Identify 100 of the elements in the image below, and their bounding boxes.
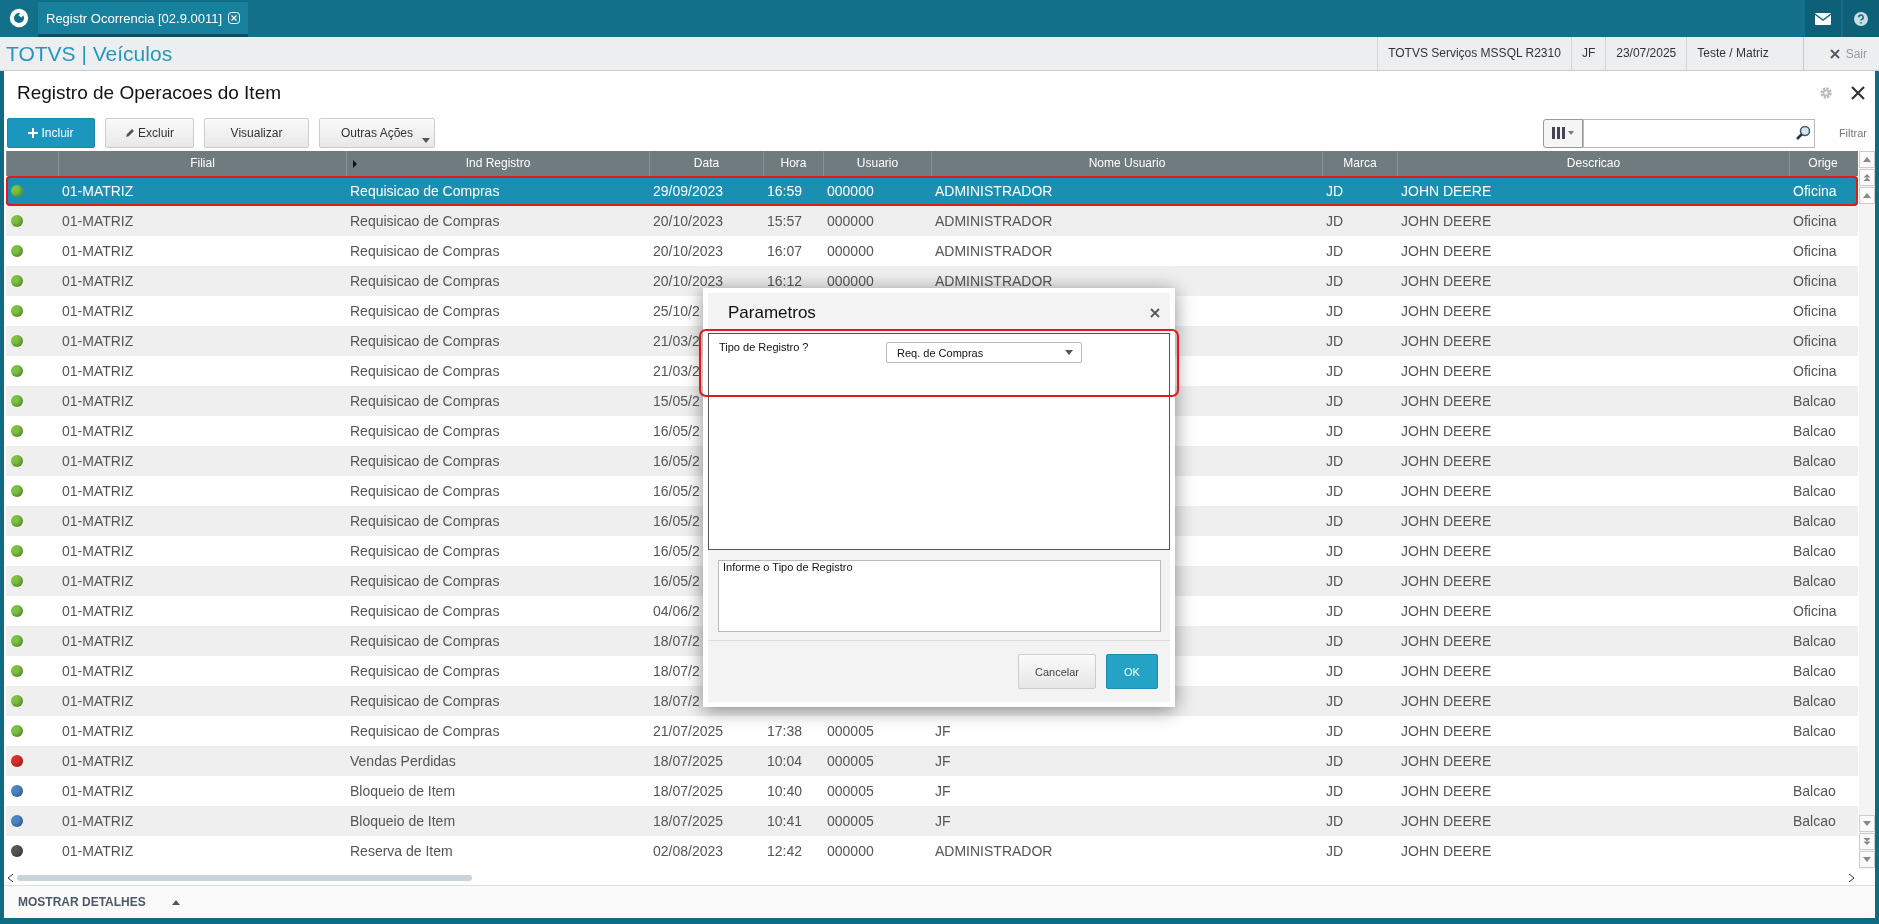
table-cell: Balcao (1793, 513, 1836, 529)
table-cell: 20/10/2023 (653, 213, 724, 229)
table-cell: JD (1326, 723, 1344, 739)
table-cell: JD (1326, 783, 1344, 799)
table-cell: Balcao (1793, 783, 1836, 799)
table-cell: 01-MATRIZ (62, 213, 134, 229)
table-cell: 16/05/2 (653, 453, 700, 469)
table-cell: Balcao (1793, 723, 1836, 739)
table-cell: Requisicao de Compras (350, 393, 500, 409)
table-cell: JOHN DEERE (1401, 693, 1492, 709)
table-cell: 01-MATRIZ (62, 483, 134, 499)
table-cell: 000000 (827, 183, 874, 199)
table-cell: JF (935, 723, 951, 739)
table-cell: 01-MATRIZ (62, 843, 134, 859)
table-cell: 16:07 (767, 243, 803, 259)
table-cell: JD (1326, 423, 1344, 439)
table-cell: JD (1326, 393, 1344, 409)
table-cell: 17:38 (767, 723, 803, 739)
table-cell: ADMINISTRADOR (935, 273, 1053, 289)
table-cell: 01-MATRIZ (62, 303, 134, 319)
table-cell: 16:12 (767, 273, 803, 289)
table-cell: 01-MATRIZ (62, 723, 134, 739)
table-cell: JOHN DEERE (1401, 843, 1492, 859)
table-cell: 01-MATRIZ (62, 273, 134, 289)
table-cell: JD (1326, 543, 1344, 559)
table-cell: 04/06/2 (653, 603, 700, 619)
table-cell: JOHN DEERE (1401, 783, 1492, 799)
table-cell: 01-MATRIZ (62, 783, 134, 799)
table-cell: 01-MATRIZ (62, 453, 134, 469)
table-cell: Requisicao de Compras (350, 663, 500, 679)
table-cell: JOHN DEERE (1401, 573, 1492, 589)
page-title: Registro de Operacoes do Item (17, 82, 282, 104)
app-brand: TOTVS | Veículos (5, 41, 173, 66)
table-cell: 000005 (827, 723, 874, 739)
table-cell: 01-MATRIZ (62, 633, 134, 649)
table-cell: 01-MATRIZ (62, 333, 134, 349)
table-cell: 01-MATRIZ (62, 603, 134, 619)
table-cell: JOHN DEERE (1401, 813, 1492, 829)
table-cell: JOHN DEERE (1401, 303, 1492, 319)
table-cell: 02/08/2023 (653, 843, 724, 859)
table-cell: 16/05/2 (653, 483, 700, 499)
table-cell: JOHN DEERE (1401, 333, 1492, 349)
table-cell: 01-MATRIZ (62, 813, 134, 829)
table-cell: Requisicao de Compras (350, 363, 500, 379)
table-cell: Oficina (1793, 363, 1837, 379)
table-cell: JF (935, 813, 951, 829)
table-cell: 10:41 (767, 813, 803, 829)
table-cell: JOHN DEERE (1401, 483, 1492, 499)
table-cell: Requisicao de Compras (350, 273, 500, 289)
table-cell: JOHN DEERE (1401, 603, 1492, 619)
session-info: TOTVS Serviços MSSQL R2310 (1377, 37, 1571, 70)
table-cell: JD (1326, 333, 1344, 349)
table-cell: 10:04 (767, 753, 803, 769)
table-cell: 16:59 (767, 183, 803, 199)
table-cell: Oficina (1793, 333, 1837, 349)
table-cell: ADMINISTRADOR (935, 843, 1053, 859)
table-cell: Balcao (1793, 423, 1836, 439)
table-cell: JD (1326, 303, 1344, 319)
table-cell: Bloqueio de Item (350, 783, 456, 799)
table-cell: 15/05/2 (653, 393, 700, 409)
table-cell: JD (1326, 183, 1344, 199)
table-cell: Requisicao de Compras (350, 333, 500, 349)
table-cell: Requisicao de Compras (350, 183, 500, 199)
table-cell: Balcao (1793, 663, 1836, 679)
table-cell: JD (1326, 663, 1344, 679)
table-cell: JOHN DEERE (1401, 183, 1492, 199)
table-cell: Balcao (1793, 573, 1836, 589)
table-cell: ADMINISTRADOR (935, 183, 1053, 199)
table-cell: JD (1326, 843, 1344, 859)
table-cell: JOHN DEERE (1401, 273, 1492, 289)
field-label: Tipo de Registro ? (719, 341, 810, 353)
table-cell: JD (1326, 483, 1344, 499)
table-cell: JD (1326, 603, 1344, 619)
table-cell: ADMINISTRADOR (935, 213, 1053, 229)
table-cell: Balcao (1793, 633, 1836, 649)
table-cell: 21/03/2 (653, 333, 700, 349)
table-cell: 000000 (827, 273, 874, 289)
session-info: JF (1570, 37, 1606, 70)
table-cell: Balcao (1793, 393, 1836, 409)
table-cell: 000000 (827, 213, 874, 229)
table-cell: 18/07/2025 (653, 813, 724, 829)
table-cell: JOHN DEERE (1401, 723, 1492, 739)
help-text: Informe o Tipo de Registro (718, 560, 1161, 632)
table-cell: 01-MATRIZ (62, 423, 134, 439)
table-cell: JD (1326, 753, 1344, 769)
table-cell: 01-MATRIZ (62, 663, 134, 679)
table-cell: JOHN DEERE (1401, 753, 1492, 769)
table-cell: Requisicao de Compras (350, 453, 500, 469)
table-cell: Requisicao de Compras (350, 603, 500, 619)
table-cell: Requisicao de Compras (350, 723, 500, 739)
table-cell: ADMINISTRADOR (935, 243, 1053, 259)
table-cell: JOHN DEERE (1401, 423, 1492, 439)
table-cell: 15:57 (767, 213, 803, 229)
table-cell: Balcao (1793, 543, 1836, 559)
table-cell: 18/07/2 (653, 663, 700, 679)
table-cell: 12:42 (767, 843, 803, 859)
table-cell: Oficina (1793, 243, 1837, 259)
table-cell: 29/09/2023 (653, 183, 724, 199)
table-cell: Requisicao de Compras (350, 243, 500, 259)
table-cell: JOHN DEERE (1401, 633, 1492, 649)
